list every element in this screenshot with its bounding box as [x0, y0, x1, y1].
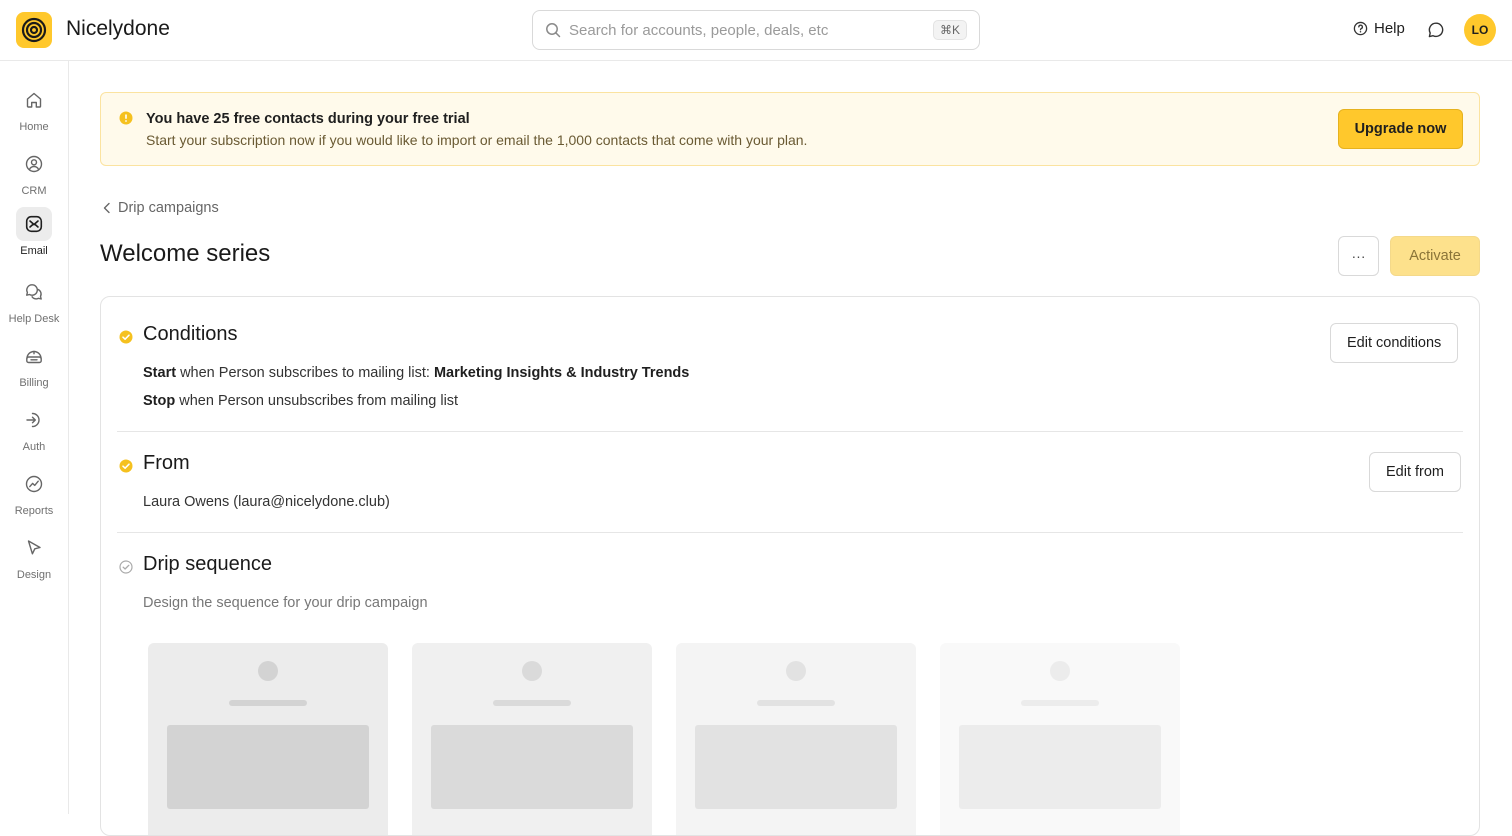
conditions-title: Conditions	[143, 323, 238, 345]
search-bar[interactable]: ⌘K	[532, 10, 980, 50]
email-template-placeholder[interactable]	[148, 643, 388, 835]
drip-sequence-title: Drip sequence	[143, 553, 272, 575]
mailing-list-name: Marketing Insights & Industry Trends	[433, 365, 690, 381]
edit-conditions-button[interactable]: Edit conditions	[1330, 323, 1459, 363]
check-circle-icon	[119, 330, 133, 344]
chat-bubbles-icon	[26, 284, 42, 300]
search-input[interactable]	[569, 21, 933, 39]
sidebar-item-label: Design	[16, 569, 52, 581]
search-icon	[546, 23, 561, 38]
sidebar-item-email[interactable]: Email	[0, 207, 68, 263]
sidebar-item-billing[interactable]: Billing	[0, 339, 68, 395]
chevron-left-icon	[103, 202, 110, 214]
sidebar-item-label: CRM	[21, 185, 47, 197]
banner-title: You have 25 free contacts during your fr…	[146, 111, 470, 127]
start-condition-text: when Person subscribes to mailing list:	[176, 365, 434, 381]
sidebar-item-label: Billing	[19, 377, 49, 389]
email-template-placeholder[interactable]	[412, 643, 652, 835]
help-label: Help	[1374, 20, 1405, 37]
sidebar-item-label: Email	[20, 245, 48, 257]
stop-condition: Stop when Person unsubscribes from maili…	[143, 393, 458, 409]
sidebar-item-home[interactable]: Home	[0, 83, 68, 139]
page-title: Welcome series	[100, 240, 271, 267]
from-title: From	[143, 452, 190, 474]
app-logo[interactable]	[16, 12, 52, 48]
user-avatar[interactable]: LO	[1464, 14, 1496, 46]
sidebar: Home CRM Email Help Desk Billing Auth Re…	[0, 61, 69, 814]
sidebar-item-label: Auth	[22, 441, 46, 453]
sidebar-item-help-desk[interactable]: Help Desk	[0, 275, 68, 331]
info-icon	[119, 111, 133, 125]
person-circle-icon	[25, 155, 43, 173]
campaign-card: Conditions Edit conditions Start when Pe…	[100, 296, 1480, 836]
home-icon	[26, 92, 42, 108]
help-circle-icon	[1353, 21, 1368, 36]
sidebar-item-design[interactable]: Design	[0, 531, 68, 587]
section-divider	[117, 431, 1463, 432]
more-options-button[interactable]: ···	[1338, 236, 1379, 276]
sidebar-item-label: Reports	[14, 505, 54, 517]
cursor-icon	[27, 540, 41, 555]
billing-icon	[26, 350, 42, 364]
sidebar-item-label: Help Desk	[8, 313, 60, 325]
sidebar-item-reports[interactable]: Reports	[0, 467, 68, 523]
stop-condition-text: when Person unsubscribes from mailing li…	[175, 393, 459, 409]
start-condition: Start when Person subscribes to mailing …	[143, 365, 689, 381]
section-divider	[117, 532, 1463, 533]
email-icon	[25, 215, 43, 233]
app-title: Nicelydone	[66, 17, 170, 40]
activate-button[interactable]: Activate	[1390, 236, 1480, 276]
check-circle-outline-icon	[119, 560, 133, 574]
from-sender: Laura Owens (laura@nicelydone.club)	[143, 494, 390, 510]
start-keyword: Start	[143, 365, 177, 381]
banner-text: Start your subscription now if you would…	[146, 132, 808, 148]
sidebar-item-label: Home	[19, 121, 49, 133]
messages-button[interactable]	[1427, 21, 1445, 44]
email-template-placeholder[interactable]	[940, 643, 1180, 835]
trial-banner: You have 25 free contacts during your fr…	[100, 92, 1480, 166]
ellipsis-icon: ···	[1351, 248, 1366, 264]
email-template-placeholder[interactable]	[676, 643, 916, 835]
upgrade-now-button[interactable]: Upgrade now	[1338, 109, 1463, 149]
breadcrumb-label: Drip campaigns	[118, 200, 219, 216]
chart-icon	[25, 475, 43, 493]
help-button[interactable]: Help	[1353, 20, 1405, 37]
sidebar-item-auth[interactable]: Auth	[0, 403, 68, 459]
top-bar: Nicelydone ⌘K Help LO	[0, 0, 1512, 61]
chat-bubble-icon	[1428, 22, 1444, 38]
stop-keyword: Stop	[143, 393, 176, 409]
check-circle-icon	[119, 459, 133, 473]
edit-from-button[interactable]: Edit from	[1369, 452, 1462, 492]
spiral-logo-icon	[21, 17, 47, 43]
breadcrumb[interactable]: Drip campaigns	[102, 200, 219, 216]
search-shortcut-badge: ⌘K	[932, 20, 967, 40]
login-icon	[26, 412, 40, 428]
drip-sequence-subtitle: Design the sequence for your drip campai…	[143, 595, 428, 611]
sidebar-item-crm[interactable]: CRM	[0, 147, 68, 203]
